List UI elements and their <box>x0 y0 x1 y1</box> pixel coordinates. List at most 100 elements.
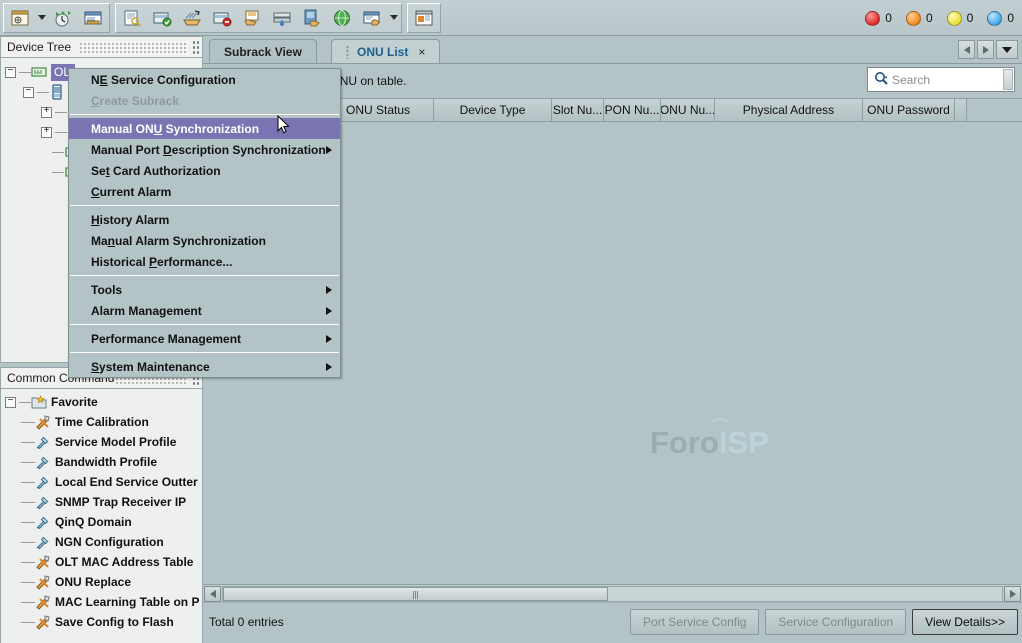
tab-navigation <box>958 40 1018 59</box>
hammer-icon <box>35 514 51 530</box>
tree-connector <box>21 622 35 623</box>
common-command-item-onu-replace[interactable]: ONU Replace <box>1 572 202 592</box>
menu-item-manual-alarm-synchronization[interactable]: Manual Alarm Synchronization <box>69 230 340 251</box>
menu-item-label: NE Service Configuration <box>91 73 236 87</box>
chevron-down-icon <box>1002 47 1012 53</box>
context-menu[interactable]: NE Service ConfigurationCreate SubrackMa… <box>68 68 341 378</box>
hand-config-icon[interactable] <box>238 5 266 31</box>
remove-device-icon[interactable] <box>208 5 236 31</box>
menu-separator <box>70 114 339 115</box>
tree-connector <box>21 522 35 523</box>
tab-scroll-right-button[interactable] <box>977 40 994 59</box>
view-details-label: View Details>> <box>925 615 1005 629</box>
device-tree-drag-grip[interactable] <box>79 42 188 54</box>
common-command-item-mac-learning-table-on-p[interactable]: MAC Learning Table on P <box>1 592 202 612</box>
minor-alarm-indicator[interactable]: 0 <box>947 11 974 26</box>
device-list-icon[interactable] <box>79 5 107 31</box>
service-configuration-button[interactable]: Service Configuration <box>765 609 906 635</box>
tab-subrack-view[interactable]: Subrack View <box>209 39 317 63</box>
column-header-device-type[interactable]: Device Type <box>434 99 552 121</box>
close-icon[interactable]: × <box>418 45 425 59</box>
menu-item-history-alarm[interactable]: History Alarm <box>69 209 340 230</box>
time-calibration-icon[interactable] <box>49 5 77 31</box>
common-command-item-snmp-trap-receiver-ip[interactable]: SNMP Trap Receiver IP <box>1 492 202 512</box>
tools-icon <box>35 594 51 610</box>
menu-item-manual-port-description-synchronization[interactable]: Manual Port Description Synchronization <box>69 139 340 160</box>
scrollbar-thumb[interactable] <box>223 587 608 601</box>
critical-alarm-indicator[interactable]: 0 <box>865 11 892 26</box>
common-command-item-time-calibration[interactable]: Time Calibration <box>1 412 202 432</box>
server-report-icon[interactable] <box>298 5 326 31</box>
menu-item-current-alarm[interactable]: Current Alarm <box>69 181 340 202</box>
common-command-item-save-config-to-flash[interactable]: Save Config to Flash <box>1 612 202 632</box>
column-header-onu-nu[interactable]: ONU Nu... <box>661 99 715 121</box>
common-command-item-olt-mac-address-table[interactable]: OLT MAC Address Table <box>1 552 202 572</box>
tab-list-dropdown-button[interactable] <box>996 40 1018 59</box>
menu-item-label: Performance Management <box>91 332 241 346</box>
column-header-slot-nu[interactable]: Slot Nu... <box>552 99 604 121</box>
menu-item-system-maintenance[interactable]: System Maintenance <box>69 356 340 377</box>
menu-item-tools[interactable]: Tools <box>69 279 340 300</box>
authorization-icon[interactable] <box>118 5 146 31</box>
search-icon[interactable] <box>874 71 889 89</box>
menu-separator <box>70 275 339 276</box>
horizontal-scrollbar[interactable] <box>203 584 1022 602</box>
toolbar-dropdown-arrow[interactable] <box>35 5 48 31</box>
major-alarm-indicator[interactable]: 0 <box>906 11 933 26</box>
common-command-item-label: QinQ Domain <box>55 515 132 529</box>
tree-connector <box>55 132 67 133</box>
menu-separator <box>70 324 339 325</box>
search-input[interactable]: Search <box>867 67 1015 92</box>
toolbar-dropdown-arrow-2[interactable] <box>387 5 400 31</box>
common-command-item-label: NGN Configuration <box>55 535 164 549</box>
report-window-icon[interactable] <box>410 5 438 31</box>
menu-item-performance-management[interactable]: Performance Management <box>69 328 340 349</box>
column-header-physical-address[interactable]: Physical Address <box>715 99 863 121</box>
column-header-pon-nu[interactable]: PON Nu... <box>604 99 661 121</box>
menu-item-ne-service-configuration[interactable]: NE Service Configuration <box>69 69 340 90</box>
tree-node-favorite[interactable]: − Favorite <box>1 392 202 412</box>
menu-item-alarm-management[interactable]: Alarm Management <box>69 300 340 321</box>
tree-expander-card[interactable]: + <box>41 107 52 118</box>
tree-expander-olt[interactable]: − <box>5 67 16 78</box>
hammer-icon <box>35 474 51 490</box>
view-details-button[interactable]: View Details>> <box>912 609 1018 635</box>
tree-connector <box>19 72 31 73</box>
column-header-onu-password[interactable]: ONU Password <box>863 99 955 121</box>
common-command-item-bandwidth-profile[interactable]: Bandwidth Profile <box>1 452 202 472</box>
warning-alarm-indicator[interactable]: 0 <box>987 11 1014 26</box>
tree-expander-shelf[interactable]: − <box>23 87 34 98</box>
hammer-icon <box>35 434 51 450</box>
topology-view-icon[interactable] <box>6 5 34 31</box>
common-command-tree[interactable]: − Favorite Time CalibrationService Model… <box>0 389 203 643</box>
scrollbar-track[interactable] <box>222 586 1003 602</box>
tab-onu-list[interactable]: ONU List × <box>331 39 440 63</box>
menu-item-set-card-authorization[interactable]: Set Card Authorization <box>69 160 340 181</box>
hammer-icon <box>35 494 51 510</box>
device-tree-panel-menu[interactable] <box>192 40 199 56</box>
tree-expander-favorite[interactable]: − <box>5 397 16 408</box>
network-scan-icon[interactable] <box>178 5 206 31</box>
port-service-config-button[interactable]: Port Service Config <box>630 609 759 635</box>
common-command-item-service-model-profile[interactable]: Service Model Profile <box>1 432 202 452</box>
tree-expander-card[interactable]: + <box>41 127 52 138</box>
common-command-item-ngn-configuration[interactable]: NGN Configuration <box>1 532 202 552</box>
rack-icon[interactable] <box>268 5 296 31</box>
scroll-right-button[interactable] <box>1004 586 1021 602</box>
common-command-item-qinq-domain[interactable]: QinQ Domain <box>1 512 202 532</box>
menu-item-historical-performance[interactable]: Historical Performance... <box>69 251 340 272</box>
search-placeholder: Search <box>892 73 930 87</box>
column-header-blank-8[interactable] <box>955 99 967 121</box>
globe-icon[interactable] <box>328 5 356 31</box>
menu-separator <box>70 352 339 353</box>
watermark-antenna-icon <box>707 418 733 431</box>
window-config-icon[interactable] <box>358 5 386 31</box>
menu-item-manual-onu-synchronization[interactable]: Manual ONU Synchronization <box>69 118 340 139</box>
toolbar-group-2 <box>115 3 402 33</box>
tools-icon <box>35 574 51 590</box>
common-command-item-local-end-service-outter[interactable]: Local End Service Outter <box>1 472 202 492</box>
tab-scroll-left-button[interactable] <box>958 40 975 59</box>
scroll-left-button[interactable] <box>204 586 221 602</box>
add-device-icon[interactable] <box>148 5 176 31</box>
mouse-cursor <box>277 115 291 135</box>
